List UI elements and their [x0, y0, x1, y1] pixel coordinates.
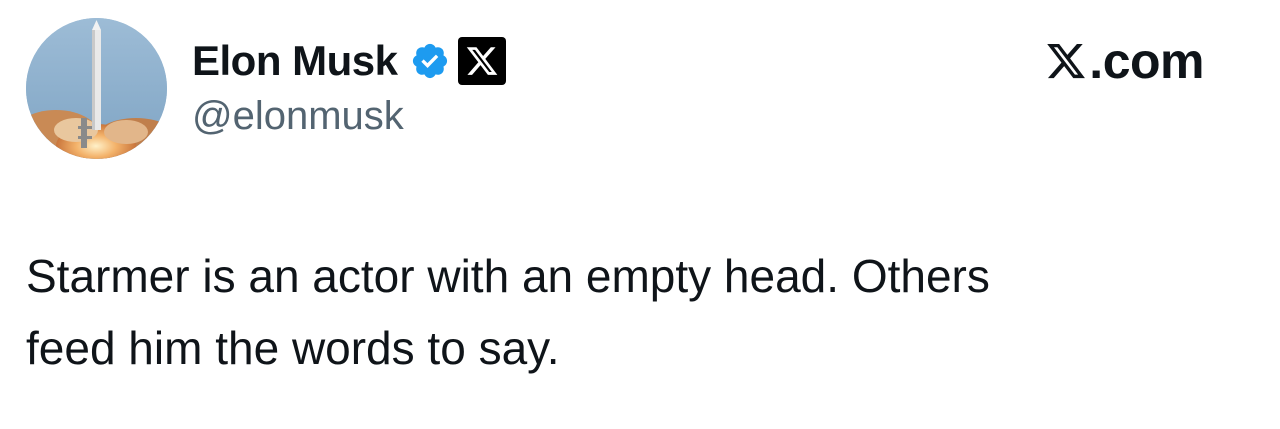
tweet-text: Starmer is an actor with an empty head. …	[26, 240, 1246, 384]
avatar[interactable]	[26, 18, 167, 159]
handle[interactable]: @elonmusk	[192, 94, 404, 139]
tweet-text-line: Starmer is an actor with an empty head. …	[26, 250, 990, 302]
x-logo-icon	[1045, 40, 1087, 82]
tweet-card: Elon Musk @elonmusk .com Starmer is an a…	[0, 0, 1280, 429]
display-name[interactable]: Elon Musk	[192, 37, 398, 85]
tweet-text-line: feed him the words to say.	[26, 322, 560, 374]
rocket-launch-avatar-icon	[26, 18, 167, 159]
verified-badge-icon	[410, 41, 450, 81]
site-brand: .com	[1045, 32, 1204, 90]
author-row: Elon Musk	[192, 33, 506, 89]
site-brand-text: .com	[1089, 33, 1204, 89]
affiliate-badge-x-logo-icon[interactable]	[457, 37, 506, 85]
